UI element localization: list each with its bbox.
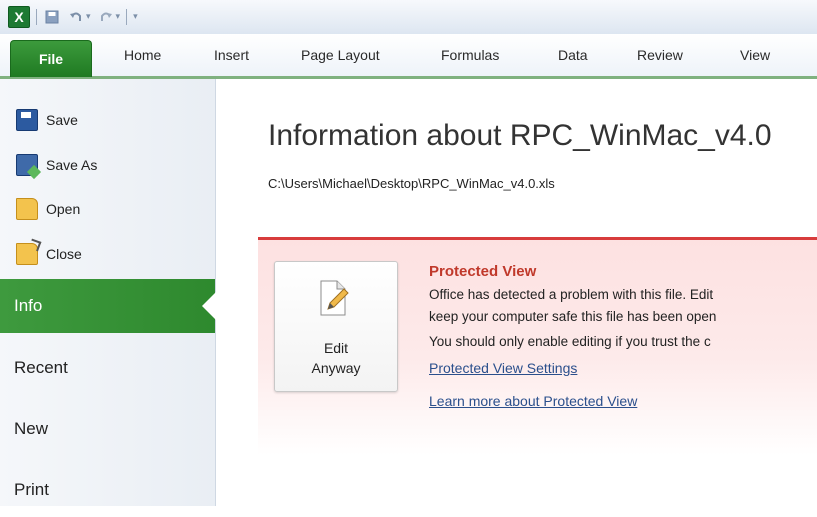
separator <box>36 9 37 25</box>
open-button[interactable]: Open <box>16 196 80 222</box>
save-as-button[interactable]: Save As <box>16 152 97 178</box>
open-label: Open <box>46 201 81 217</box>
edit-anyway-line1: Edit <box>323 340 349 356</box>
protected-view-banner: Edit Anyway Protected View Office has de… <box>258 237 817 455</box>
edit-document-icon <box>319 280 349 316</box>
tab-insert[interactable]: Insert <box>214 34 249 76</box>
redo-icon[interactable] <box>97 8 115 26</box>
save-label: Save <box>46 112 78 128</box>
nav-item-info[interactable]: Info <box>0 279 216 333</box>
customize-icon[interactable]: ▾ <box>133 12 138 22</box>
chevron-down-icon[interactable]: ▾ <box>86 12 91 22</box>
separator <box>126 9 128 25</box>
learn-more-link[interactable]: Learn more about Protected View <box>429 393 637 409</box>
save-button[interactable]: Save <box>16 107 78 133</box>
edit-anyway-label: Edit Anyway <box>275 338 397 378</box>
protected-view-settings-link[interactable]: Protected View Settings <box>429 360 577 376</box>
tab-formulas[interactable]: Formulas <box>441 34 499 76</box>
save-as-icon <box>16 154 38 176</box>
tab-home[interactable]: Home <box>124 34 161 76</box>
save-as-label: Save As <box>46 157 98 173</box>
undo-icon[interactable] <box>67 8 85 26</box>
ribbon-tabs: File Home Insert Page Layout Formulas Da… <box>0 34 817 79</box>
close-label: Close <box>46 246 82 262</box>
protected-view-text-3: You should only enable editing if you tr… <box>429 334 711 349</box>
edit-anyway-button[interactable]: Edit Anyway <box>274 261 398 392</box>
nav-item-new[interactable]: New <box>0 402 215 456</box>
tab-file[interactable]: File <box>10 40 92 77</box>
folder-open-icon <box>16 198 38 220</box>
page-title: Information about RPC_WinMac_v4.0 <box>268 119 772 152</box>
protected-view-heading: Protected View <box>429 263 537 280</box>
save-icon <box>16 109 38 131</box>
title-bar: X ▾ ▾ ▾ <box>0 0 817 35</box>
edit-anyway-line2: Anyway <box>311 360 361 376</box>
close-button[interactable]: Close <box>16 241 82 267</box>
tab-data[interactable]: Data <box>558 34 588 76</box>
nav-item-recent[interactable]: Recent <box>0 341 215 395</box>
tab-view[interactable]: View <box>740 34 770 76</box>
folder-close-icon <box>16 243 38 265</box>
protected-view-text-1: Office has detected a problem with this … <box>429 287 714 302</box>
backstage-nav: Save Save As Open Close Info Recent New … <box>0 79 216 506</box>
file-path: C:\Users\Michael\Desktop\RPC_WinMac_v4.0… <box>268 176 555 191</box>
tab-review[interactable]: Review <box>637 34 683 76</box>
tab-page-layout[interactable]: Page Layout <box>301 34 380 76</box>
quick-access-toolbar: X ▾ ▾ ▾ <box>8 6 138 28</box>
excel-icon[interactable]: X <box>8 6 30 28</box>
save-icon[interactable] <box>43 8 61 26</box>
chevron-down-icon[interactable]: ▾ <box>116 12 121 22</box>
protected-view-text-2: keep your computer safe this file has be… <box>429 309 717 324</box>
nav-item-print[interactable]: Print <box>0 463 215 517</box>
info-panel: Information about RPC_WinMac_v4.0 C:\Use… <box>216 79 817 506</box>
